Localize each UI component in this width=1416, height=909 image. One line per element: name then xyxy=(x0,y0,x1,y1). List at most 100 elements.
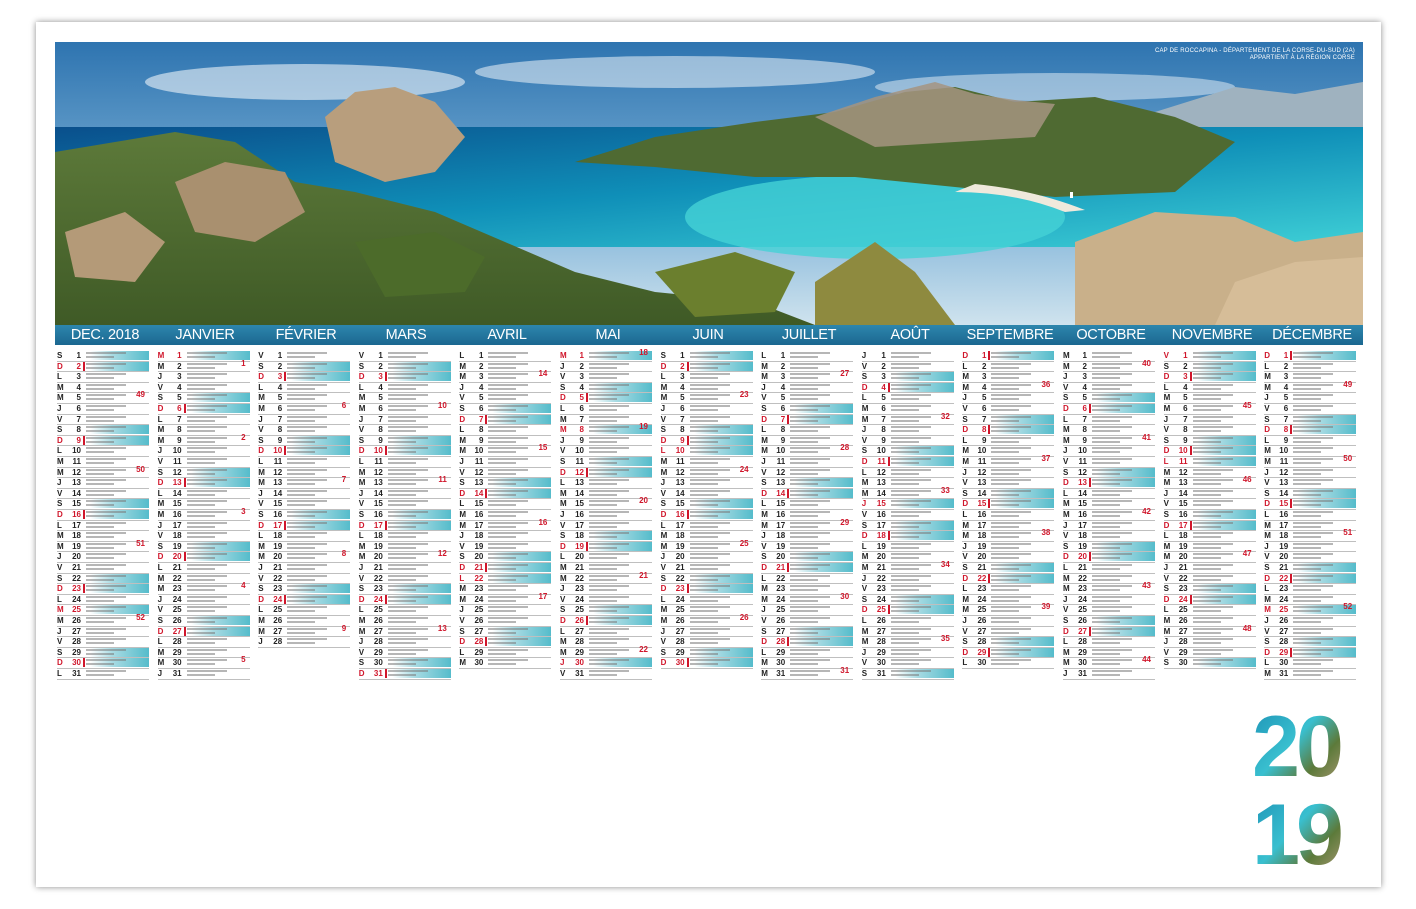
saint-name-line xyxy=(287,617,328,619)
saint-name-line xyxy=(488,659,529,662)
day-number: 11 xyxy=(374,457,383,466)
weekday-letter: V xyxy=(660,637,666,647)
saint-name-line xyxy=(1192,479,1233,482)
day-count-line xyxy=(186,366,215,369)
day-count-line xyxy=(488,472,517,475)
day-count-line xyxy=(86,557,114,560)
saint-name-line xyxy=(86,659,126,662)
day-count-line xyxy=(890,377,919,380)
weekday-letter: M xyxy=(57,457,64,466)
saint-name-line xyxy=(1293,405,1334,407)
day-row: D6 xyxy=(1063,404,1155,413)
month-header-mars: MARS xyxy=(385,327,427,343)
day-count-line xyxy=(488,366,517,369)
saint-name-line xyxy=(488,532,529,535)
day-row: S 10 xyxy=(861,446,954,456)
sunday-marker xyxy=(887,457,890,466)
day-row: S 21 xyxy=(962,563,1055,572)
day-count-line xyxy=(387,462,416,464)
day-count-line xyxy=(387,525,416,528)
saint-name-line xyxy=(488,511,529,513)
saint-name-line xyxy=(589,532,629,535)
day-row: S 24 xyxy=(861,594,954,604)
day-row: L2 xyxy=(962,362,1054,371)
day-count-line xyxy=(790,387,819,390)
day-count-line xyxy=(287,440,316,443)
weekday-letter: J xyxy=(1163,488,1169,498)
saint-name-line xyxy=(1192,627,1233,630)
day-number: 8 xyxy=(579,425,584,435)
day-row: D7 xyxy=(761,414,854,424)
day-count-line xyxy=(86,642,114,645)
day-count-line xyxy=(488,419,517,422)
weekday-letter: S xyxy=(861,446,868,456)
sunday-marker xyxy=(686,658,689,668)
day-number: 3 xyxy=(378,372,383,382)
week-number: 29 xyxy=(840,517,850,527)
saint-name-line xyxy=(387,553,428,556)
weekday-letter: D xyxy=(258,594,264,604)
saint-name-line xyxy=(1192,447,1233,450)
saint-name-line xyxy=(589,553,629,556)
day-number: 7 xyxy=(1183,414,1188,424)
day-row: M 12 xyxy=(359,468,451,477)
row-divider xyxy=(258,646,351,648)
day-number: 18 xyxy=(1078,531,1087,541)
weekday-letter: S xyxy=(358,658,365,668)
weekday-letter: M xyxy=(861,552,869,562)
day-row: V 25 xyxy=(158,605,250,614)
weekday-letter: S xyxy=(57,351,63,360)
day-count-line xyxy=(1192,568,1221,570)
day-number: 25 xyxy=(776,605,786,615)
weekday-letter: M xyxy=(459,510,467,519)
weekday-letter: M xyxy=(358,626,366,636)
day-count-line xyxy=(991,525,1020,528)
day-count-line xyxy=(689,663,718,666)
day-row: S 16 xyxy=(358,510,451,519)
day-number: 16 xyxy=(373,510,383,519)
day-number: 28 xyxy=(1279,637,1289,647)
weekday-letter: S xyxy=(157,616,163,625)
saint-name-line xyxy=(387,542,428,545)
day-row: M 16 3 xyxy=(158,507,250,519)
day-number: 25 xyxy=(675,605,685,615)
day-number: 20 xyxy=(373,552,383,562)
day-number: 5 xyxy=(579,393,584,403)
day-count-line xyxy=(287,483,316,486)
weekday-letter: L xyxy=(861,393,867,403)
day-count-line xyxy=(387,472,416,475)
day-number: 26 xyxy=(373,616,383,625)
weekday-letter: V xyxy=(1163,351,1169,360)
saint-name-line xyxy=(186,415,227,418)
day-count-line xyxy=(186,440,215,443)
day-row: M 5 49 xyxy=(57,390,149,402)
day-count-line xyxy=(890,652,919,655)
day-count-line xyxy=(790,409,819,411)
weekday-letter: M xyxy=(358,616,366,625)
saint-name-line xyxy=(589,436,629,439)
photo-credit-line-1: CAP DE ROCCAPINA - DÉPARTEMENT DE LA COR… xyxy=(1154,48,1355,54)
day-row: M 13 7 xyxy=(258,475,350,487)
day-number: 21 xyxy=(273,563,283,572)
day-row: D 15 xyxy=(962,499,1055,509)
day-number: 12 xyxy=(977,467,987,477)
day-number: 16 xyxy=(1279,510,1289,519)
saint-name-line xyxy=(1192,468,1233,471)
day-count-line xyxy=(790,356,819,358)
sunday-marker xyxy=(988,351,991,360)
row-divider xyxy=(459,668,552,669)
saint-name-line xyxy=(287,627,328,630)
day-count-line xyxy=(86,377,114,380)
saint-name-line xyxy=(689,458,730,460)
day-count-line xyxy=(287,366,316,369)
day-count-line xyxy=(488,462,517,464)
day-row: L 13 xyxy=(560,478,652,487)
day-number: 14 xyxy=(876,488,886,498)
weekday-letter: M xyxy=(560,563,567,572)
week-number: 27 xyxy=(840,369,850,379)
day-count-line xyxy=(890,366,919,369)
day-row: S1 xyxy=(660,351,753,360)
day-count-line xyxy=(287,377,316,380)
weekday-letter: L xyxy=(358,457,364,466)
weekday-letter: J xyxy=(1063,669,1068,678)
